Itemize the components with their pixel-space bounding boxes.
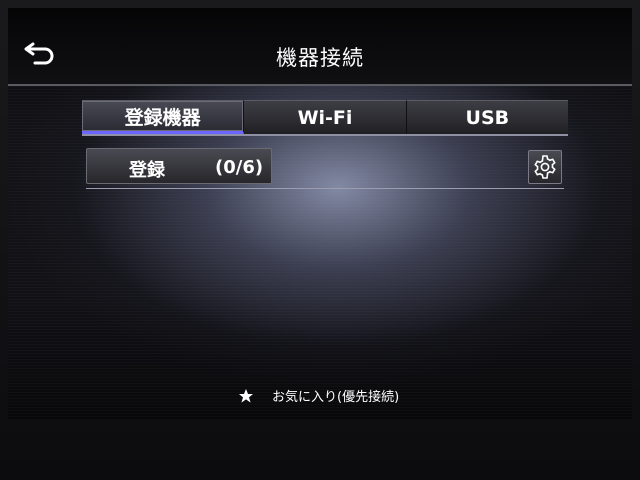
tab-registered-devices[interactable]: 登録機器	[82, 100, 245, 134]
register-label: 登録	[129, 160, 165, 181]
registration-row: 登録 (0/6)	[86, 148, 564, 189]
screen: 機器接続 登録機器 Wi-Fi USB 登録 (0/6) お気に入り(優先接続)	[8, 8, 632, 420]
gear-icon	[534, 155, 556, 179]
page-title: 機器接続	[276, 46, 364, 70]
tab-bar: 登録機器 Wi-Fi USB	[82, 100, 568, 136]
tab-wifi[interactable]: Wi-Fi	[244, 100, 407, 134]
star-icon	[239, 388, 253, 403]
header-bar: 機器接続	[8, 8, 632, 86]
register-button[interactable]: 登録 (0/6)	[86, 148, 272, 184]
back-button[interactable]	[18, 36, 64, 70]
settings-button[interactable]	[528, 150, 562, 184]
display-bezel: 機器接続 登録機器 Wi-Fi USB 登録 (0/6) お気に入り(優先接続)	[0, 0, 640, 480]
favorite-legend-text: お気に入り(優先接続)	[272, 390, 400, 405]
favorite-legend: お気に入り(優先接続)	[238, 386, 399, 405]
back-arrow-icon	[24, 42, 54, 65]
tab-usb[interactable]: USB	[406, 100, 568, 134]
registered-count: (0/6)	[215, 157, 264, 178]
